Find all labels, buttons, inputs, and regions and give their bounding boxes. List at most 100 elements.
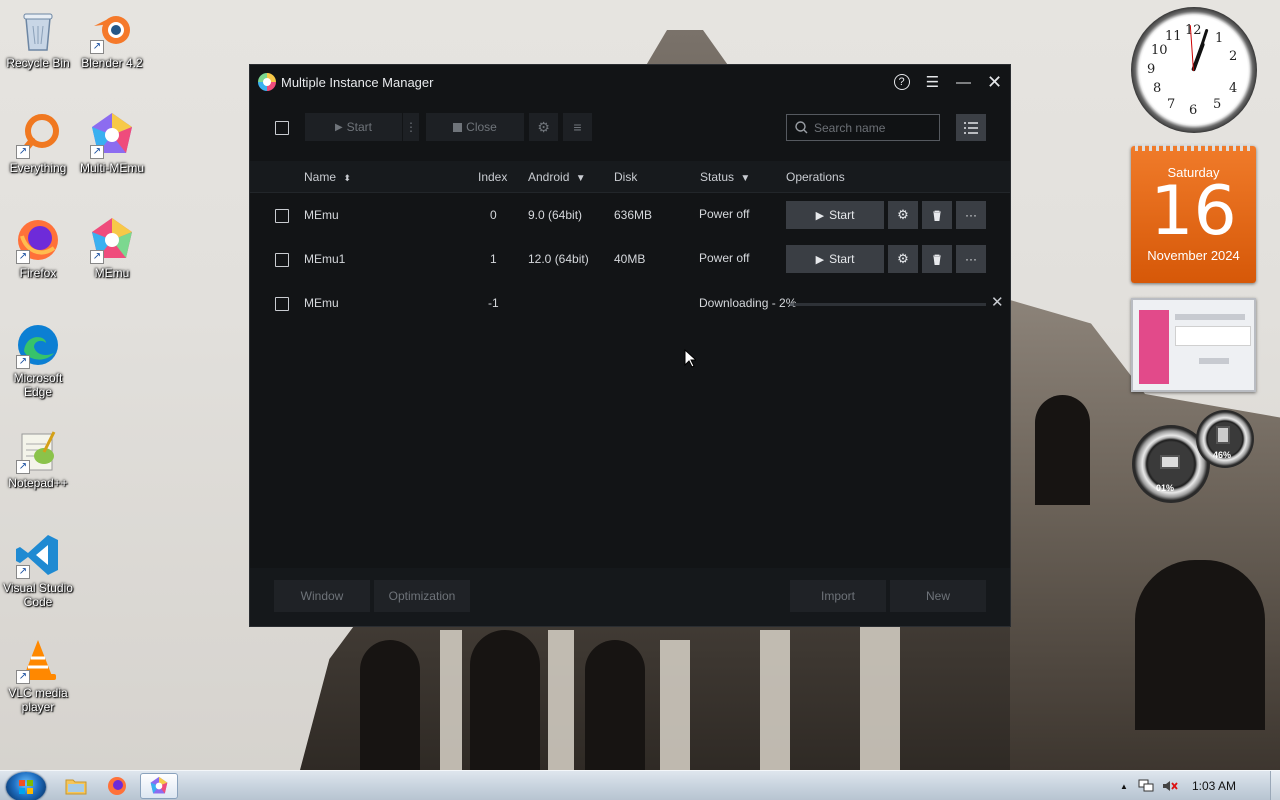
column-header-status[interactable]: Status ▼ — [700, 170, 750, 184]
row-more-button[interactable]: ··· — [956, 245, 986, 273]
row-start-button[interactable]: ▶ Start — [786, 245, 884, 273]
desktop-icon-recycle-bin[interactable]: Recycle Bin — [0, 6, 76, 70]
trash-icon — [933, 210, 941, 221]
desktop-icon-memu[interactable]: ↗ MEmu — [74, 216, 150, 280]
show-hidden-icons-button[interactable]: ▲ — [1120, 782, 1128, 791]
row-checkbox[interactable] — [275, 209, 289, 223]
row-settings-button[interactable]: ⚙ — [888, 245, 918, 273]
taskbar-explorer[interactable] — [57, 773, 95, 799]
desktop-icon-blender[interactable]: ↗ Blender 4.2 — [74, 6, 150, 70]
window-button[interactable]: Window — [274, 580, 370, 612]
taskbar-multi-memu[interactable] — [140, 773, 178, 799]
desktop-icon-multi-memu[interactable]: ↗ Multi-MEmu — [74, 111, 150, 175]
shortcut-arrow-icon: ↗ — [16, 250, 30, 264]
search-box[interactable] — [786, 114, 940, 141]
windows-logo-icon — [19, 780, 33, 794]
row-android: 9.0 (64bit) — [528, 208, 583, 222]
toolbar-start-button[interactable]: ▶ Start — [305, 113, 402, 141]
desktop-icon-vlc[interactable]: ↗ VLC media player — [0, 636, 76, 714]
optimization-button[interactable]: Optimization — [374, 580, 470, 612]
wallpaper-arch — [1135, 560, 1265, 730]
desktop-icon-label: Everything — [9, 161, 67, 175]
wallpaper-pillar — [440, 630, 462, 770]
desktop-icon-notepadpp[interactable]: ↗ Notepad++ — [0, 426, 76, 490]
cpu-chip-icon — [1160, 455, 1180, 469]
row-start-button[interactable]: ▶ Start — [786, 201, 884, 229]
clock-number: 7 — [1167, 97, 1176, 112]
calendar-rings — [1135, 143, 1252, 151]
row-status: Downloading - 2% — [699, 296, 797, 310]
download-progress-fill — [790, 303, 794, 306]
gear-icon: ⚙ — [897, 207, 909, 222]
wallpaper-arch — [470, 630, 540, 770]
row-more-button[interactable]: ··· — [956, 201, 986, 229]
row-settings-button[interactable]: ⚙ — [888, 201, 918, 229]
column-header-name-label: Name — [304, 170, 337, 184]
column-header-android[interactable]: Android ▼ — [528, 170, 586, 184]
minimize-button[interactable]: — — [948, 65, 979, 99]
clock-number: 8 — [1153, 81, 1162, 96]
search-input[interactable] — [814, 120, 924, 135]
row-checkbox[interactable] — [275, 253, 289, 267]
start-button[interactable] — [6, 772, 46, 800]
wallpaper-arch — [1035, 395, 1090, 505]
toolbar-close-button[interactable]: Close — [426, 113, 524, 141]
row-disk: 636MB — [614, 208, 653, 222]
row-delete-button[interactable] — [922, 245, 952, 273]
network-icon[interactable] — [1138, 779, 1154, 793]
taskbar: ▲ 1:03 AM — [0, 770, 1280, 800]
cancel-download-button[interactable]: ✕ — [991, 293, 1004, 311]
help-button[interactable]: ? — [886, 65, 917, 99]
clock-number: 9 — [1147, 62, 1156, 77]
table-header: Name ⬍ Index Android ▼ Disk Status ▼ Ope… — [250, 161, 1010, 193]
row-delete-button[interactable] — [922, 201, 952, 229]
volume-muted-icon[interactable] — [1162, 779, 1178, 793]
ram-meter-gauge[interactable]: 46% — [1196, 410, 1254, 468]
toolbar-settings-button[interactable]: ⚙ — [529, 113, 558, 141]
desktop-icon-label: Visual Studio Code — [3, 581, 73, 609]
menu-button[interactable]: ☰ — [917, 65, 948, 99]
row-checkbox[interactable] — [275, 297, 289, 311]
new-button[interactable]: New — [890, 580, 986, 612]
clock-number: 11 — [1165, 29, 1182, 44]
window-titlebar[interactable]: Multiple Instance Manager ? ☰ — ✕ — [250, 65, 1010, 99]
wallpaper-pillar — [760, 630, 790, 770]
table-row[interactable]: MEmu -1 Downloading - 2% ✕ — [250, 282, 1010, 326]
list-view-button[interactable] — [956, 114, 986, 141]
more-horizontal-icon: ··· — [965, 252, 977, 266]
taskbar-firefox[interactable] — [98, 773, 136, 799]
column-header-name[interactable]: Name ⬍ — [304, 170, 351, 184]
taskbar-clock[interactable]: 1:03 AM — [1192, 779, 1236, 793]
show-desktop-button[interactable] — [1270, 771, 1280, 800]
more-vertical-icon: ⋮ — [405, 120, 417, 134]
window-title: Multiple Instance Manager — [281, 74, 434, 90]
row-name: MEmu — [304, 296, 339, 310]
column-header-android-label: Android — [528, 170, 570, 184]
slideshow-thumb-sidebar — [1139, 310, 1169, 384]
close-window-button[interactable]: ✕ — [979, 65, 1010, 99]
menu-icon: ☰ — [925, 74, 940, 91]
desktop-icon-firefox[interactable]: ↗ Firefox — [0, 216, 76, 280]
everything-search-icon: ↗ — [14, 111, 62, 159]
calendar-gadget[interactable]: Saturday 16 November 2024 — [1131, 143, 1256, 283]
slideshow-gadget[interactable] — [1131, 298, 1256, 392]
table-row[interactable]: MEmu 0 9.0 (64bit) 636MB Power off ▶ Sta… — [250, 194, 1010, 238]
desktop-icon-everything[interactable]: ↗ Everything — [0, 111, 76, 175]
multi-memu-icon: ↗ — [88, 111, 136, 159]
import-button[interactable]: Import — [790, 580, 886, 612]
row-index: 1 — [490, 252, 497, 266]
help-icon: ? — [893, 74, 910, 90]
clock-gadget[interactable]: 12 1 2 3 4 5 6 7 8 9 10 11 — [1131, 7, 1257, 133]
desktop-icon-vscode[interactable]: ↗ Visual Studio Code — [0, 531, 76, 609]
table-row[interactable]: MEmu1 1 12.0 (64bit) 40MB Power off ▶ St… — [250, 238, 1010, 282]
desktop-icon-label: Firefox — [19, 266, 57, 280]
calendar-month-year: November 2024 — [1147, 248, 1240, 263]
window-footer: Window Optimization Import New — [250, 568, 1010, 626]
desktop-icon-label: Microsoft Edge — [13, 371, 63, 399]
wallpaper-pillar — [860, 625, 900, 770]
toolbar-start-more-button[interactable]: ⋮ — [403, 113, 419, 141]
firefox-icon: ↗ — [14, 216, 62, 264]
toolbar-menu-button[interactable]: ≡ — [563, 113, 592, 141]
select-all-checkbox[interactable] — [275, 121, 289, 135]
desktop-icon-edge[interactable]: ↗ Microsoft Edge — [0, 321, 76, 399]
